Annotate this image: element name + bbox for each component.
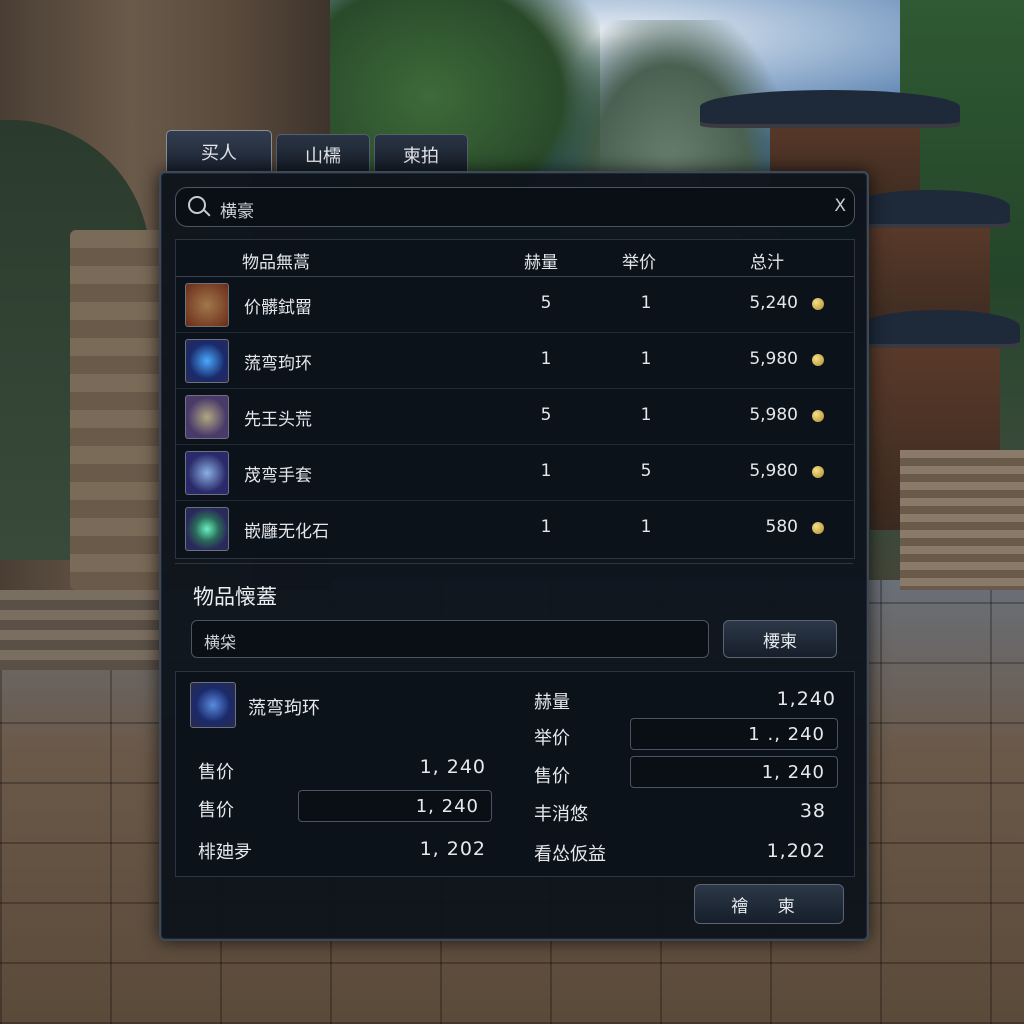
- item-price: 1: [640, 517, 652, 537]
- item-price: 1: [640, 349, 652, 369]
- gold-coin-icon: [812, 522, 824, 534]
- detail-label: 丰消悠: [534, 804, 588, 825]
- item-total: 5,980: [749, 349, 798, 369]
- item-detail-panel: 蓅弯玽环 售价 1, 240 售价 1, 240 棑廸夛 1, 202 赫量 1…: [175, 671, 855, 877]
- detail-item-name: 蓅弯玽环: [248, 698, 320, 719]
- item-price: 1: [640, 293, 652, 313]
- item-qty: 1: [540, 517, 552, 537]
- item-price: 5: [640, 461, 652, 481]
- table-row[interactable]: 先王头荒 5 1 5,980: [176, 389, 854, 445]
- trade-panel: 横豪 X 物品無蒿 赫量 举价 总汁 价髒鉽罶 5 1 5,240 蓅弯玽环 1…: [159, 171, 869, 941]
- item-qty: 1: [540, 461, 552, 481]
- item-search-input[interactable]: 横柋: [204, 629, 684, 653]
- close-icon[interactable]: X: [834, 196, 846, 216]
- item-name: 价髒鉽罶: [244, 298, 312, 318]
- helmet-item-icon: [185, 283, 229, 327]
- item-price: 1: [640, 405, 652, 425]
- item-total: 5,980: [749, 461, 798, 481]
- gold-coin-icon: [812, 298, 824, 310]
- detail-value: 1,240: [776, 688, 836, 710]
- item-name: 蓅弯玽环: [244, 354, 312, 374]
- column-header-name: 物品無蒿: [242, 253, 310, 273]
- trade-tabs: 买人 山檽 柬拍: [166, 130, 468, 175]
- section-title: 物品懐蓋: [193, 585, 277, 609]
- detail-value: 1, 240: [419, 756, 486, 778]
- carved-pillar: [70, 230, 170, 590]
- detail-value: 1, 202: [419, 838, 486, 860]
- gold-coin-icon: [812, 354, 824, 366]
- gold-coin-icon: [812, 466, 824, 478]
- tab-sell[interactable]: 山檽: [276, 134, 370, 175]
- column-header-total: 总汁: [750, 253, 784, 273]
- item-search-field[interactable]: 横柋: [191, 620, 709, 658]
- table-row[interactable]: 荗弯手套 1 5 5,980: [176, 445, 854, 501]
- table-header: 物品無蒿 赫量 举价 总汁: [176, 240, 854, 277]
- item-name: 荗弯手套: [244, 466, 312, 486]
- detail-value: 38: [799, 800, 826, 822]
- sell-price-input[interactable]: 1, 240: [298, 790, 492, 822]
- item-name: 先王头荒: [244, 410, 312, 430]
- gauntlet-item-icon: [185, 451, 229, 495]
- item-table: 物品無蒿 赫量 举价 总汁 价髒鉽罶 5 1 5,240 蓅弯玽环 1 1 5,…: [175, 239, 855, 559]
- stone-steps: [0, 590, 160, 670]
- search-input[interactable]: 横豪: [220, 197, 780, 222]
- detail-label: 举价: [534, 728, 570, 749]
- unit-price-input[interactable]: 1 ., 240: [630, 718, 838, 750]
- price-input[interactable]: 1, 240: [630, 756, 838, 788]
- table-row[interactable]: 价髒鉽罶 5 1 5,240: [176, 277, 854, 333]
- detail-label: 售价: [198, 762, 234, 783]
- detail-label: 赫量: [534, 692, 570, 713]
- detail-label: 售价: [198, 800, 234, 821]
- column-header-price: 举价: [622, 253, 656, 273]
- item-total: 5,240: [749, 293, 798, 313]
- tab-buy[interactable]: 买人: [166, 130, 272, 173]
- item-qty: 5: [540, 405, 552, 425]
- detail-value: 1,202: [766, 840, 826, 862]
- detail-label: 看怂仮益: [534, 844, 606, 865]
- tab-auction[interactable]: 柬拍: [374, 134, 468, 175]
- search-bar[interactable]: 横豪 X: [175, 187, 855, 227]
- divider: [175, 563, 853, 564]
- gold-coin-icon: [812, 410, 824, 422]
- column-header-qty: 赫量: [524, 253, 558, 273]
- search-button[interactable]: 楆柬: [723, 620, 837, 658]
- blue-gem-ring-icon: [190, 682, 236, 728]
- table-row[interactable]: 嵌廱无化石 1 1 580: [176, 501, 854, 556]
- item-total: 5,980: [749, 405, 798, 425]
- item-qty: 1: [540, 349, 552, 369]
- pagoda-stairs: [900, 450, 1024, 590]
- crown-item-icon: [185, 395, 229, 439]
- green-stone-icon: [185, 507, 229, 551]
- blue-gem-ring-icon: [185, 339, 229, 383]
- detail-label: 棑廸夛: [198, 842, 252, 863]
- item-name: 嵌廱无化石: [244, 522, 329, 542]
- search-icon: [188, 196, 206, 214]
- detail-label: 售价: [534, 766, 570, 787]
- table-row[interactable]: 蓅弯玽环 1 1 5,980: [176, 333, 854, 389]
- item-qty: 5: [540, 293, 552, 313]
- confirm-button[interactable]: 禬 柬: [694, 884, 844, 924]
- item-total: 580: [765, 517, 798, 537]
